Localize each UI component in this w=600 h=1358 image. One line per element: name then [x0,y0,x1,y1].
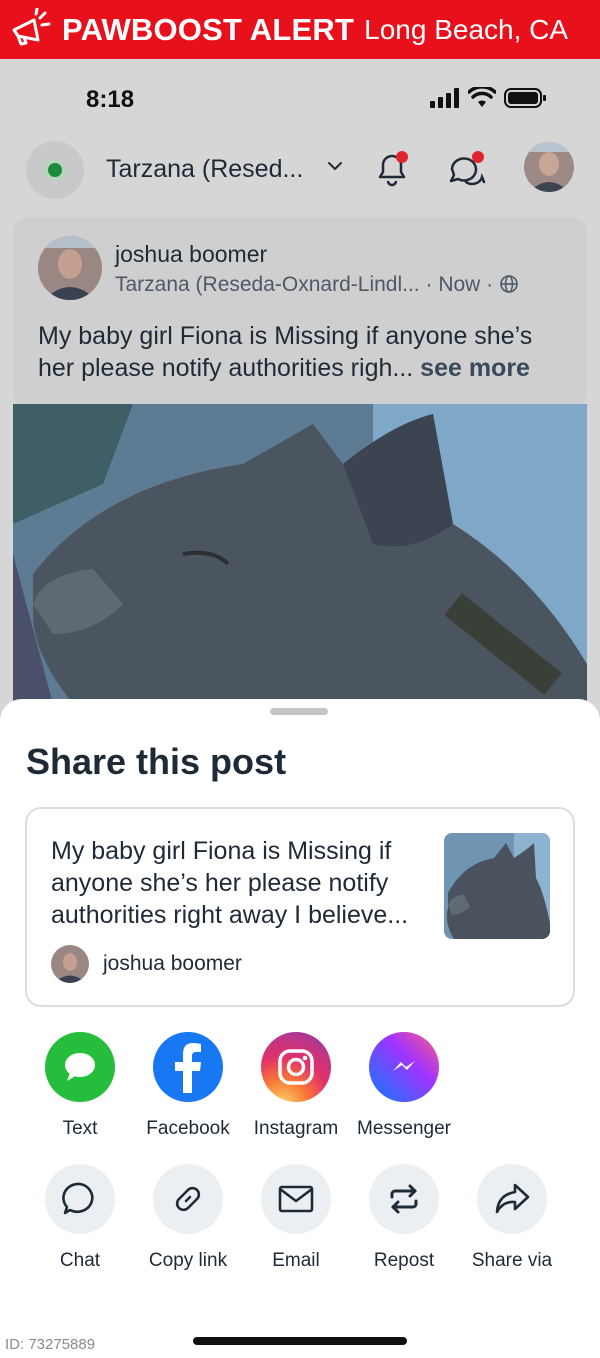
alert-location: Long Beach, CA [364,13,569,45]
share-text-button[interactable]: Text [26,1032,134,1140]
post-preview-card: My baby girl Fiona is Missing if anyone … [25,807,575,1007]
status-bar: 8:18 [0,59,600,139]
share-email-button[interactable]: Email [242,1164,350,1272]
preview-thumbnail [444,833,550,939]
post-meta: Tarzana (Reseda-Oxnard-Lindl... · Now · [115,273,519,297]
share-repost-button[interactable]: Repost [350,1164,458,1272]
share-messenger-button[interactable]: Messenger [350,1032,458,1140]
messenger-icon[interactable] [369,1032,439,1102]
neighborhood-selector[interactable]: Tarzana (Resed... [106,155,303,184]
background-app: 8:18 Tarzana (Resed... joshua boomer Tar… [0,59,600,719]
share-chat-label: Chat [59,1250,101,1271]
author-avatar[interactable] [38,236,102,300]
avatar-image [524,142,574,192]
home-indicator[interactable] [193,1337,407,1345]
share-email-label: Email [272,1250,320,1271]
globe-icon [500,275,518,293]
facebook-icon[interactable] [153,1032,223,1102]
preview-author-name: joshua boomer [103,952,242,975]
preview-author-avatar [51,945,89,983]
status-time: 8:18 [86,86,135,113]
message-icon[interactable] [45,1032,115,1102]
chevron-down-icon[interactable] [326,159,344,173]
share-sheet-title: Share this post [26,741,287,782]
share-instagram-button[interactable]: Instagram [242,1032,350,1140]
profile-avatar[interactable] [524,142,574,192]
share-via-button[interactable]: Share via [458,1164,566,1272]
alert-brand: PAWBOOST ALERT [62,11,355,47]
share-facebook-label: Facebook [146,1118,230,1139]
dog-thumbnail [444,833,550,939]
post-photo[interactable] [13,404,587,704]
post-card[interactable]: joshua boomer Tarzana (Reseda-Oxnard-Lin… [13,217,587,407]
share-via-label: Share via [471,1250,553,1271]
mail-icon[interactable] [261,1164,331,1234]
share-arrow-icon[interactable] [477,1164,547,1234]
notification-bell-icon[interactable] [372,149,412,189]
post-time: · Now · [425,273,494,296]
app-header: Tarzana (Resed... [0,139,600,205]
dog-photo [13,404,587,704]
messages-icon[interactable] [446,149,488,189]
nextdoor-logo[interactable] [26,141,84,199]
post-author-name[interactable]: joshua boomer [115,241,267,268]
listing-id: ID: 73275889 [5,1336,96,1353]
post-body: My baby girl Fiona is Missing if anyone … [38,320,568,384]
share-instagram-label: Instagram [253,1118,339,1139]
wifi-icon [468,87,496,107]
logo-dot [48,163,62,177]
sheet-grabber[interactable] [270,708,328,715]
share-messenger-label: Messenger [357,1118,451,1139]
megaphone-icon [12,7,51,45]
share-sheet: Share this post My baby girl Fiona is Mi… [0,699,600,1358]
see-more-link[interactable]: see more [420,354,530,382]
link-icon[interactable] [153,1164,223,1234]
chat-bubble-icon[interactable] [45,1164,115,1234]
share-copy-link-label: Copy link [148,1250,228,1271]
post-location[interactable]: Tarzana (Reseda-Oxnard-Lindl... [115,273,420,296]
avatar-image [38,236,102,300]
instagram-icon[interactable] [261,1032,331,1102]
pawboost-alert-banner: PAWBOOST ALERT Long Beach, CA [0,0,600,59]
share-text-label: Text [62,1118,98,1139]
signal-icon [430,88,459,108]
battery-icon [504,88,546,108]
avatar-image [51,945,89,983]
share-repost-label: Repost [373,1250,435,1271]
share-copy-link-button[interactable]: Copy link [134,1164,242,1272]
share-chat-button[interactable]: Chat [26,1164,134,1272]
share-facebook-button[interactable]: Facebook [134,1032,242,1140]
status-icons [430,87,548,109]
repost-icon[interactable] [369,1164,439,1234]
preview-text: My baby girl Fiona is Missing if anyone … [51,837,409,929]
